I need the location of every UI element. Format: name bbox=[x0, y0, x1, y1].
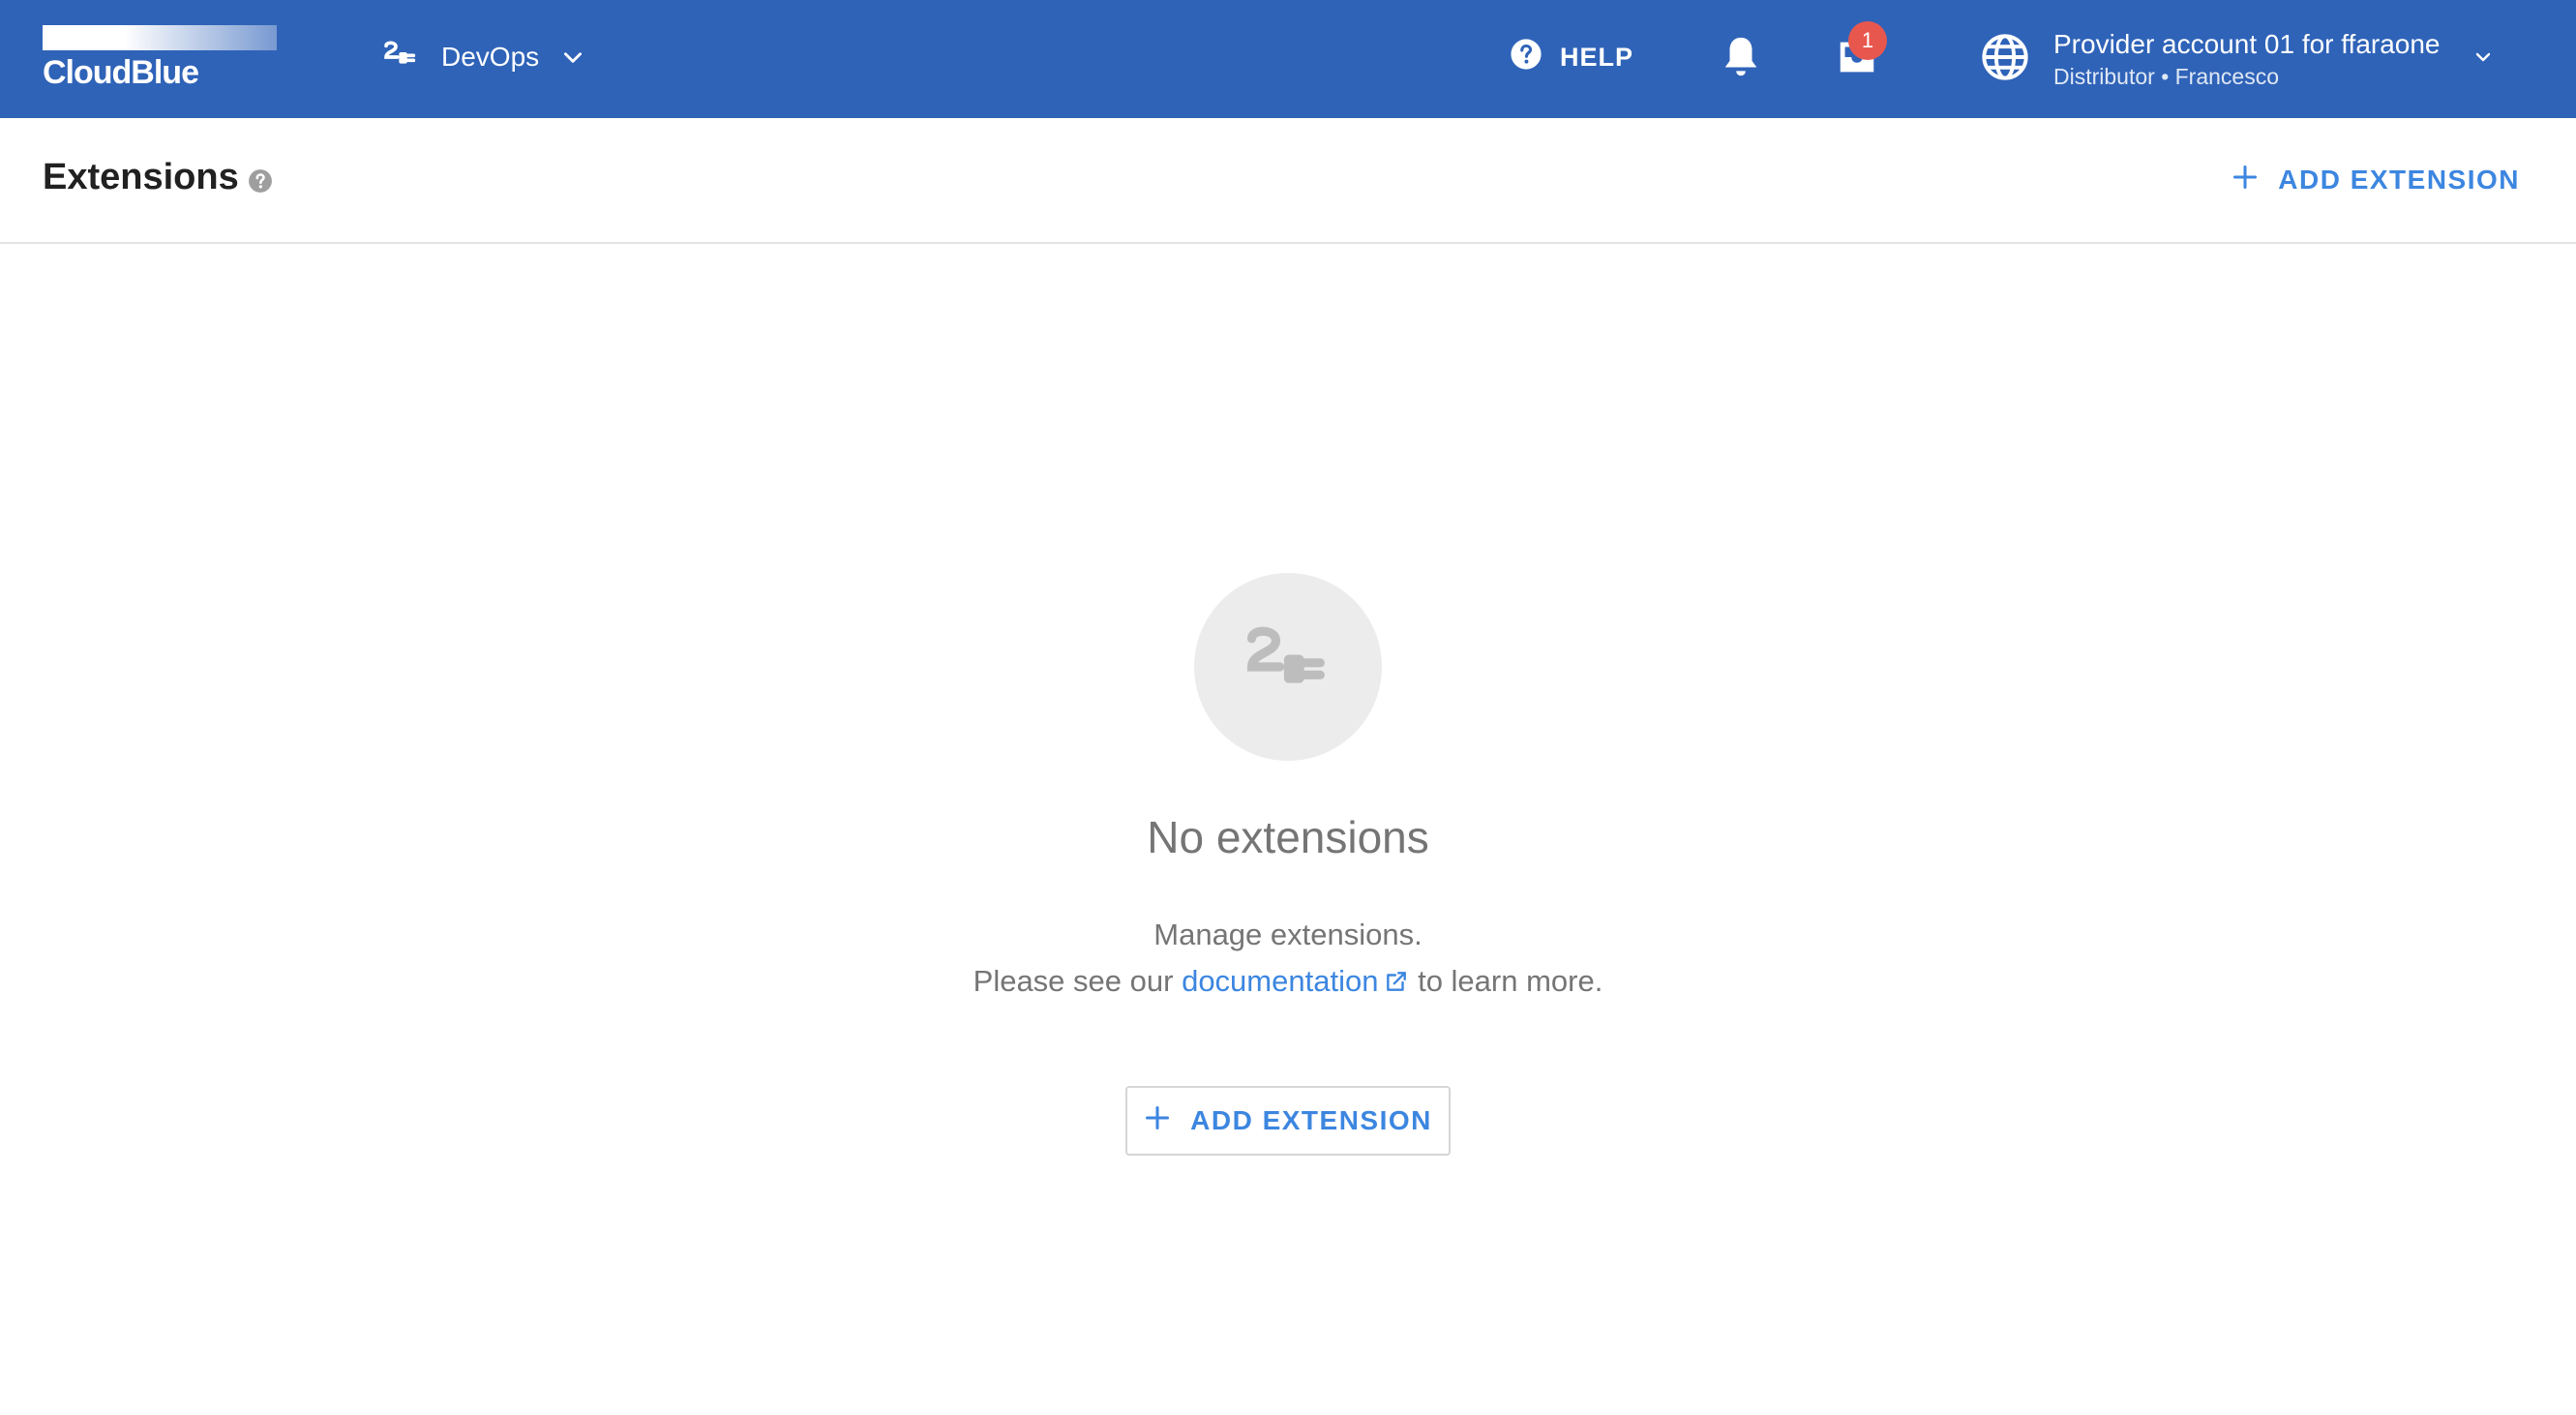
help-circle-icon bbox=[1510, 38, 1543, 77]
bell-icon bbox=[1719, 37, 1763, 85]
logo-gradient-bar bbox=[43, 25, 277, 50]
module-switcher[interactable]: DevOps bbox=[381, 31, 585, 83]
account-switcher[interactable]: Provider account 01 for ffaraone Distrib… bbox=[1980, 21, 2495, 97]
doc-line-prefix: Please see our bbox=[973, 964, 1174, 998]
documentation-link-text: documentation bbox=[1182, 964, 1379, 998]
empty-state-title: No extensions bbox=[1147, 812, 1429, 862]
documentation-link[interactable]: documentation bbox=[1182, 964, 1409, 998]
page-title: Extensions bbox=[43, 157, 239, 197]
plus-icon bbox=[1144, 1104, 1171, 1138]
add-extension-empty-button[interactable]: ADD EXTENSION bbox=[1125, 1086, 1451, 1156]
add-extension-button[interactable]: ADD EXTENSION bbox=[2232, 157, 2520, 203]
cloudblue-logo[interactable]: CloudBlue bbox=[43, 25, 277, 93]
logo-text: CloudBlue bbox=[43, 54, 199, 91]
inbox-icon bbox=[1835, 42, 1879, 83]
page-header: Extensions ADD EXTENSION bbox=[0, 118, 2576, 244]
top-app-bar: CloudBlue DevOps HELP 1 Provider account… bbox=[0, 0, 2576, 118]
account-name: Provider account 01 for ffaraone bbox=[2053, 28, 2441, 59]
plus-icon bbox=[2232, 164, 2259, 197]
help-label: HELP bbox=[1560, 42, 1634, 72]
account-text: Provider account 01 for ffaraone Distrib… bbox=[2053, 29, 2441, 90]
empty-state-icon-circle bbox=[1194, 573, 1382, 761]
external-link-icon bbox=[1384, 967, 1409, 1002]
account-subtitle: Distributor • Francesco bbox=[2053, 63, 2280, 89]
empty-state-description: Manage extensions. bbox=[1153, 918, 1423, 951]
add-extension-empty-label: ADD EXTENSION bbox=[1190, 1105, 1432, 1135]
empty-state-doc-line: Please see our documentation to learn mo… bbox=[0, 964, 2576, 1002]
chevron-down-icon bbox=[560, 45, 585, 70]
add-extension-label: ADD EXTENSION bbox=[2278, 165, 2520, 195]
plug-icon bbox=[381, 38, 420, 76]
globe-icon bbox=[1980, 32, 2030, 87]
notifications-button[interactable] bbox=[1719, 33, 1763, 81]
doc-line-suffix: to learn more. bbox=[1418, 964, 1603, 998]
help-circle-icon[interactable] bbox=[248, 168, 273, 194]
inbox-badge: 1 bbox=[1848, 21, 1887, 60]
module-label: DevOps bbox=[441, 42, 540, 72]
help-button[interactable]: HELP bbox=[1510, 35, 1633, 79]
chevron-down-icon bbox=[2471, 45, 2495, 74]
